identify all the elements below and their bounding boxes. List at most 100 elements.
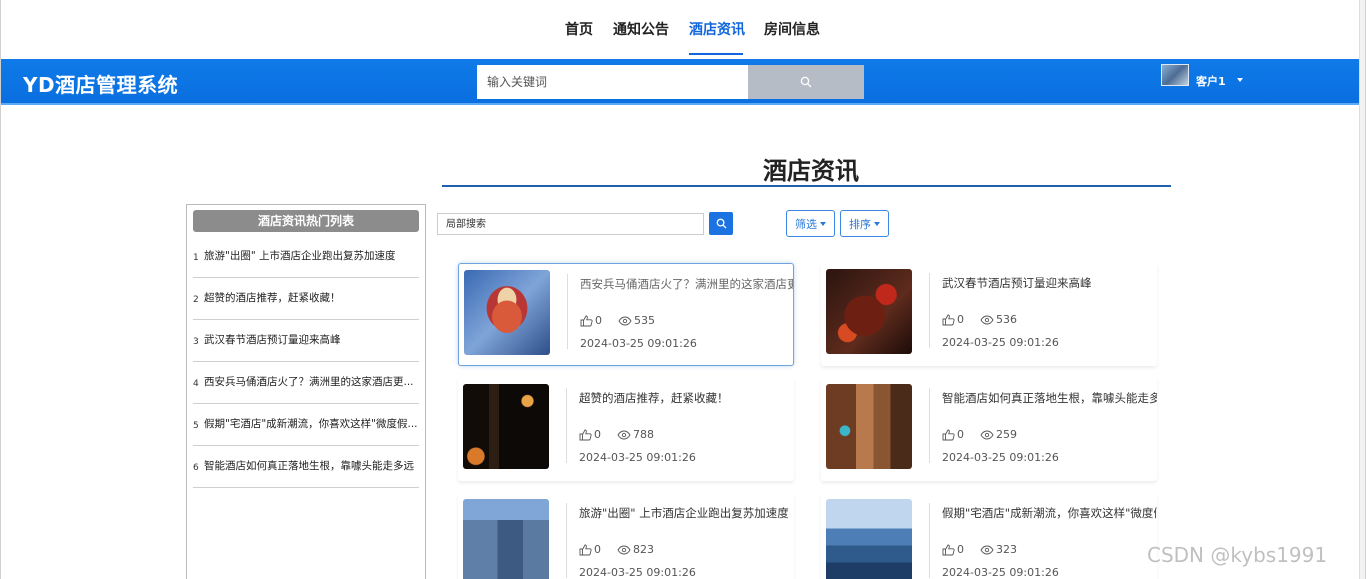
local-search-input[interactable] — [437, 213, 704, 235]
like-count: 0 — [594, 543, 601, 556]
view-count: 536 — [996, 313, 1017, 326]
local-search-button[interactable] — [709, 212, 733, 235]
article-title[interactable]: 超赞的酒店推荐，赶紧收藏！ — [579, 390, 794, 406]
article-card[interactable]: 假期"宅酒店"成新潮流，你喜欢这样"微度假 0 323 2024-03-25 0… — [821, 493, 1157, 579]
article-thumbnail[interactable] — [463, 499, 549, 579]
article-title[interactable]: 武汉春节酒店预订量迎来高峰 — [942, 275, 1157, 291]
article-date: 2024-03-25 09:01:26 — [942, 451, 1059, 464]
article-date: 2024-03-25 09:01:26 — [579, 451, 696, 464]
chevron-down-icon — [874, 221, 880, 226]
user-name[interactable]: 客户1 — [1196, 73, 1226, 89]
article-thumbnail[interactable] — [464, 270, 550, 355]
nav-notices[interactable]: 通知公告 — [613, 19, 669, 39]
thumbs-up-icon[interactable] — [942, 544, 955, 556]
like-count: 0 — [957, 313, 964, 326]
article-thumbnail[interactable] — [826, 269, 912, 354]
sidebar-item-label[interactable]: 超赞的酒店推荐，赶紧收藏！ — [204, 290, 419, 305]
nav-room-info[interactable]: 房间信息 — [764, 19, 820, 39]
hot-list-sidebar: 酒店资讯热门列表 1 旅游"出圈" 上市酒店企业跑出复苏加速度 2 超赞的酒店推… — [186, 204, 426, 579]
sidebar-item[interactable]: 5 假期"宅酒店"成新潮流，你喜欢这样"微度假... — [193, 404, 419, 446]
sidebar-item-number: 1 — [193, 253, 199, 263]
view-count: 323 — [996, 543, 1017, 556]
article-stats: 0 535 — [580, 314, 671, 327]
filter-button[interactable]: 筛选 — [786, 210, 835, 237]
title-divider — [442, 185, 1171, 187]
sidebar-item-label[interactable]: 旅游"出圈" 上市酒店企业跑出复苏加速度 — [204, 248, 419, 263]
article-title[interactable]: 旅游"出圈" 上市酒店企业跑出复苏加速度 — [579, 505, 794, 521]
header-bar: YD酒店管理系统 客户1 — [1, 59, 1361, 105]
article-stats: 0 536 — [942, 313, 1033, 326]
sidebar-item[interactable]: 3 武汉春节酒店预订量迎来高峰 — [193, 320, 419, 362]
article-title[interactable]: 智能酒店如何真正落地生根，靠噱头能走多 — [942, 390, 1157, 406]
card-divider — [566, 503, 567, 578]
sidebar-item[interactable]: 2 超赞的酒店推荐，赶紧收藏！ — [193, 278, 419, 320]
thumbs-up-icon[interactable] — [942, 429, 955, 441]
chevron-down-icon[interactable] — [1237, 78, 1243, 82]
sidebar-item-number: 2 — [193, 295, 199, 305]
nav-hotel-news[interactable]: 酒店资讯 — [689, 19, 745, 39]
top-nav: 首页 通知公告 酒店资讯 房间信息 — [1, 0, 1365, 59]
eye-icon — [980, 315, 994, 324]
watermark: CSDN @kybs1991 — [1147, 543, 1328, 567]
search-icon — [800, 76, 812, 88]
article-card[interactable]: 智能酒店如何真正落地生根，靠噱头能走多 0 259 2024-03-25 09:… — [821, 378, 1157, 481]
filter-label: 筛选 — [795, 217, 817, 231]
article-card[interactable]: 旅游"出圈" 上市酒店企业跑出复苏加速度 0 823 2024-03-25 09… — [458, 493, 794, 579]
eye-icon — [980, 430, 994, 439]
card-divider — [566, 388, 567, 463]
thumbs-up-icon[interactable] — [579, 544, 592, 556]
article-stats: 0 823 — [579, 543, 670, 556]
eye-icon — [980, 545, 994, 554]
article-stats: 0 788 — [579, 428, 670, 441]
view-count: 823 — [633, 543, 654, 556]
sidebar-item-label[interactable]: 西安兵马俑酒店火了？满洲里的这家酒店更... — [204, 374, 419, 389]
article-thumbnail[interactable] — [826, 384, 912, 469]
card-divider — [929, 503, 930, 578]
like-count: 0 — [957, 428, 964, 441]
thumbs-up-icon[interactable] — [580, 315, 593, 327]
article-title[interactable]: 西安兵马俑酒店火了？满洲里的这家酒店更 — [580, 276, 793, 292]
article-date: 2024-03-25 09:01:26 — [942, 566, 1059, 579]
article-stats: 0 259 — [942, 428, 1033, 441]
thumbs-up-icon[interactable] — [942, 314, 955, 326]
sidebar-item-number: 5 — [193, 421, 199, 431]
sidebar-item-number: 6 — [193, 463, 199, 473]
article-thumbnail[interactable] — [826, 499, 912, 579]
article-stats: 0 323 — [942, 543, 1033, 556]
eye-icon — [617, 430, 631, 439]
search-input[interactable] — [477, 65, 748, 99]
card-divider — [567, 274, 568, 349]
article-card[interactable]: 武汉春节酒店预订量迎来高峰 0 536 2024-03-25 09:01:26 — [821, 263, 1157, 366]
page: 首页 通知公告 酒店资讯 房间信息 YD酒店管理系统 客户1 酒店资讯 酒店资讯… — [0, 0, 1366, 579]
like-count: 0 — [957, 543, 964, 556]
sort-button[interactable]: 排序 — [840, 210, 889, 237]
like-count: 0 — [594, 428, 601, 441]
sidebar-item-label[interactable]: 智能酒店如何真正落地生根，靠噱头能走多远 — [204, 458, 419, 473]
card-divider — [929, 388, 930, 463]
sidebar-item-label[interactable]: 假期"宅酒店"成新潮流，你喜欢这样"微度假... — [204, 416, 419, 431]
sidebar-item-number: 4 — [193, 379, 199, 389]
article-date: 2024-03-25 09:01:26 — [942, 336, 1059, 349]
article-date: 2024-03-25 09:01:26 — [580, 337, 697, 350]
article-card[interactable]: 超赞的酒店推荐，赶紧收藏！ 0 788 2024-03-25 09:01:26 — [458, 378, 794, 481]
avatar[interactable] — [1161, 64, 1189, 86]
view-count: 259 — [996, 428, 1017, 441]
article-card[interactable]: 西安兵马俑酒店火了？满洲里的这家酒店更 0 535 2024-03-25 09:… — [458, 263, 794, 366]
sidebar-item[interactable]: 1 旅游"出圈" 上市酒店企业跑出复苏加速度 — [193, 236, 419, 278]
site-logo[interactable]: YD酒店管理系统 — [23, 69, 178, 98]
sidebar-item[interactable]: 6 智能酒店如何真正落地生根，靠噱头能走多远 — [193, 446, 419, 488]
sidebar-item-label[interactable]: 武汉春节酒店预订量迎来高峰 — [204, 332, 419, 347]
eye-icon — [618, 316, 632, 325]
thumbs-up-icon[interactable] — [579, 429, 592, 441]
scrollbar-track[interactable] — [1359, 0, 1365, 579]
article-title[interactable]: 假期"宅酒店"成新潮流，你喜欢这样"微度假 — [942, 505, 1157, 521]
nav-home[interactable]: 首页 — [565, 19, 593, 39]
sidebar-item[interactable]: 4 西安兵马俑酒店火了？满洲里的这家酒店更... — [193, 362, 419, 404]
sidebar-title: 酒店资讯热门列表 — [193, 210, 419, 232]
search-button[interactable] — [748, 65, 864, 99]
like-count: 0 — [595, 314, 602, 327]
sidebar-item-number: 3 — [193, 337, 199, 347]
page-title: 酒店资讯 — [763, 157, 859, 185]
search-icon — [716, 218, 727, 229]
article-thumbnail[interactable] — [463, 384, 549, 469]
